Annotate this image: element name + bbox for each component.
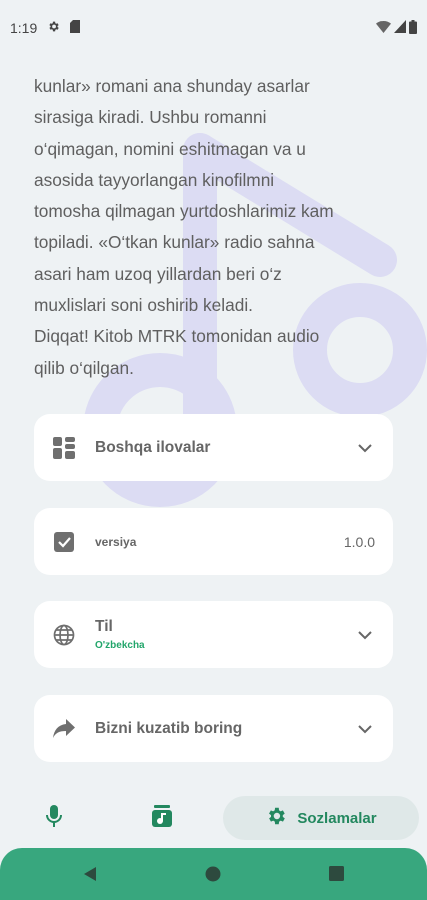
follow-us-label: Bizni kuzatib boring (95, 719, 243, 737)
nav-settings[interactable]: Sozlamalar (223, 796, 419, 840)
apps-grid-icon (52, 436, 76, 460)
chevron-down-icon[interactable] (355, 438, 375, 458)
version-card: versiya 1.0.0 (34, 508, 393, 575)
chevron-down-icon[interactable] (355, 625, 375, 645)
other-apps-card[interactable]: Boshqa ilovalar (34, 414, 393, 481)
microphone-icon (44, 804, 64, 833)
description-line: tomosha qilmagan yurtdoshlarimiz kam (34, 201, 334, 222)
status-time: 1:19 (10, 20, 38, 36)
status-bar: 1:19 (0, 0, 427, 56)
description-line: asari ham uzoq yillardan beri o‘z (34, 263, 282, 284)
version-value: 1.0.0 (343, 533, 375, 550)
bottom-navigation: Sozlamalar (0, 793, 427, 845)
nav-microphone[interactable] (34, 796, 74, 840)
wifi-icon (376, 20, 391, 36)
system-navigation-bar (0, 848, 427, 900)
share-arrow-icon (52, 717, 76, 741)
gear-icon (265, 805, 287, 832)
description-line: asosida tayyorlangan kinofilmni (34, 169, 275, 190)
sim-card-icon (70, 20, 81, 36)
description-line: kunlar» romani ana shunday asarlar (34, 76, 310, 96)
battery-icon (409, 19, 417, 37)
description-line: topiladi. «O‘tkan kunlar» radio sahna (34, 232, 315, 253)
signal-icon (394, 20, 406, 36)
other-apps-label: Boshqa ilovalar (95, 438, 211, 456)
chevron-down-icon[interactable] (355, 719, 375, 739)
home-icon[interactable] (205, 866, 221, 887)
check-box-icon (52, 530, 76, 554)
language-card[interactable]: Til O'zbekcha (34, 601, 393, 668)
globe-icon (52, 623, 76, 647)
language-value: O'zbekcha (95, 640, 145, 651)
version-label: versiya (95, 534, 137, 549)
nav-settings-label: Sozlamalar (297, 809, 377, 827)
nav-library[interactable] (142, 796, 182, 840)
app-screen: 1:19 kunlar» romani ana shunday asarlar … (0, 0, 427, 900)
library-music-icon (151, 804, 173, 833)
description-line: sirasiga kiradi. Ushbu romanni (34, 107, 267, 128)
description-line: Diqqat! Kitob MTRK tomonidan audio (34, 326, 320, 347)
language-label: Til (95, 618, 113, 635)
back-icon[interactable] (82, 866, 98, 887)
description-line: muxlislari soni oshirib keladi. (34, 295, 253, 316)
settings-icon (47, 20, 60, 36)
book-description: kunlar» romani ana shunday asarlar siras… (34, 71, 404, 384)
recents-icon[interactable] (329, 866, 344, 886)
description-line: qilib o‘qilgan. (34, 357, 134, 378)
follow-us-card[interactable]: Bizni kuzatib boring (34, 695, 393, 762)
description-line: o‘qimagan, nomini eshitmagan va u (34, 138, 306, 159)
